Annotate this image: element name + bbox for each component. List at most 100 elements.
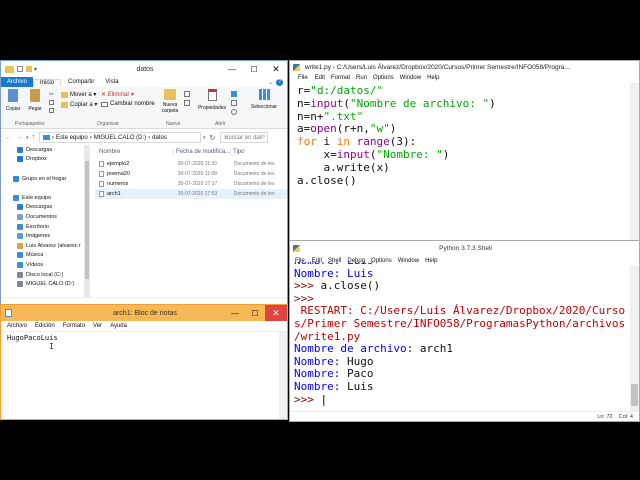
menu-options[interactable]: Options bbox=[370, 75, 397, 81]
menu-file[interactable]: File bbox=[290, 75, 312, 81]
nav-item[interactable]: Grupo en el hogar bbox=[1, 174, 93, 184]
column-indicator: Col: 4 bbox=[618, 413, 633, 420]
shell-status-bar: Ln: 72 Col: 4 bbox=[290, 411, 639, 421]
menu-help[interactable]: Help bbox=[424, 75, 442, 81]
help-icon[interactable]: ? bbox=[276, 78, 283, 86]
file-name: ejemplo2 bbox=[106, 161, 130, 167]
breadcrumb[interactable]: › Este equipo › MIGUEL CALO (D:) › datos bbox=[39, 132, 202, 143]
close-button[interactable]: ✕ bbox=[265, 305, 287, 321]
text-file-icon bbox=[99, 181, 104, 187]
chevron-down-icon[interactable]: ▾ bbox=[26, 135, 29, 141]
move-to-button[interactable]: Mover a ▾ bbox=[61, 91, 96, 98]
nav-item[interactable]: Descargas bbox=[1, 145, 93, 155]
nav-item[interactable]: Documentos bbox=[1, 212, 93, 222]
up-arrow-icon[interactable]: ↑ bbox=[32, 134, 36, 141]
menu-edit[interactable]: Edit bbox=[312, 75, 328, 81]
nav-item[interactable]: Escritorio bbox=[1, 222, 93, 232]
tab-compartir[interactable]: Compartir bbox=[61, 79, 101, 85]
copy-button[interactable]: Copiar bbox=[5, 89, 21, 112]
column-header-fecha[interactable]: Fecha de modifica... bbox=[173, 149, 230, 155]
column-header-tipo[interactable]: Tipo bbox=[230, 149, 286, 155]
menu-formato[interactable]: Formato bbox=[59, 323, 89, 329]
notepad-scrollbar[interactable] bbox=[279, 332, 287, 419]
easy-access-icon[interactable] bbox=[184, 100, 190, 106]
menu-format[interactable]: Format bbox=[328, 75, 353, 81]
rename-button[interactable]: Cambiar nombre bbox=[101, 101, 155, 107]
notepad-text-area[interactable]: HugoPacoLuis I bbox=[1, 332, 281, 419]
nav-item-label: Imágenes bbox=[26, 233, 51, 240]
shell-line: >>> | bbox=[294, 392, 328, 406]
nav-item[interactable]: Descargas bbox=[1, 203, 93, 213]
group-label: Organizar bbox=[97, 121, 119, 127]
menu-window[interactable]: Window bbox=[397, 75, 424, 81]
tab-vista[interactable]: Vista bbox=[101, 79, 122, 85]
chevron-down-icon[interactable]: ▾ bbox=[203, 135, 206, 141]
copy-to-button[interactable]: Copiar a ▾ bbox=[61, 101, 97, 108]
forward-arrow-icon[interactable]: → bbox=[16, 134, 23, 141]
edit-icon[interactable] bbox=[231, 100, 237, 106]
open-icon[interactable] bbox=[231, 91, 237, 97]
move-icon bbox=[61, 91, 68, 98]
maximize-button[interactable]: ☐ bbox=[243, 65, 265, 74]
new-item-icon[interactable] bbox=[184, 91, 190, 97]
desktop-icon bbox=[17, 223, 23, 230]
editor-scrollbar[interactable] bbox=[630, 83, 639, 246]
search-input[interactable]: Buscar en datos ⌕ bbox=[220, 132, 269, 143]
properties-button[interactable]: Propiedades bbox=[197, 89, 227, 111]
shell-scrollbar-thumb[interactable] bbox=[631, 384, 638, 406]
menu-ver[interactable]: Ver bbox=[89, 323, 106, 329]
file-type: Documento de tex bbox=[233, 161, 275, 167]
shell-output-area[interactable]: Nombre: LuisNombre: Luis>>> a.close()>>>… bbox=[294, 262, 626, 410]
nav-scrollbar[interactable] bbox=[84, 145, 90, 297]
tab-archivo[interactable]: Archivo bbox=[1, 77, 34, 87]
nav-item[interactable]: Luis Álvarez (alvarez-r bbox=[1, 241, 93, 251]
column-header-nombre[interactable]: Nombre bbox=[95, 149, 173, 155]
select-button[interactable]: Seleccionar bbox=[249, 89, 279, 110]
maximize-button[interactable]: ☐ bbox=[245, 309, 265, 318]
close-button[interactable]: ✕ bbox=[265, 64, 287, 75]
breadcrumb-datos[interactable]: datos bbox=[152, 135, 167, 141]
history-icon[interactable] bbox=[231, 109, 237, 115]
nav-item[interactable]: Disco local (C:) bbox=[1, 270, 93, 280]
breadcrumb-drive[interactable]: MIGUEL CALO (D:) bbox=[94, 135, 146, 141]
cut-icon[interactable]: ✂ bbox=[49, 91, 54, 98]
properties-icon bbox=[207, 89, 217, 101]
breadcrumb-este-equipo[interactable]: Este equipo bbox=[56, 135, 88, 141]
table-row[interactable]: arch1 30-07-2020 17:53 Documento de tex bbox=[95, 189, 287, 199]
nav-item-label: Documentos bbox=[26, 213, 57, 220]
menu-edicion[interactable]: Edición bbox=[31, 323, 59, 329]
nav-scrollbar-thumb[interactable] bbox=[85, 161, 89, 279]
nav-item[interactable]: MIGUEL CALO (D:) bbox=[1, 279, 93, 289]
tab-inicio[interactable]: Inicio bbox=[33, 78, 62, 86]
nav-item[interactable]: Dropbox bbox=[1, 155, 93, 165]
nav-item[interactable]: Este equipo bbox=[1, 193, 93, 203]
back-arrow-icon[interactable]: ← bbox=[5, 134, 12, 141]
computer-icon bbox=[43, 135, 51, 140]
table-row[interactable]: poema20 30-07-2020 11:08 Documento de tex bbox=[95, 169, 287, 179]
paste-button[interactable]: Pegar bbox=[27, 89, 43, 112]
nav-item[interactable]: Imágenes bbox=[1, 231, 93, 241]
menu-run[interactable]: Run bbox=[353, 75, 370, 81]
refresh-icon[interactable]: ↻ bbox=[210, 134, 216, 142]
delete-button[interactable]: ✕ Eliminar ▾ bbox=[101, 91, 134, 98]
menu-ayuda[interactable]: Ayuda bbox=[106, 323, 131, 329]
table-row[interactable]: numeros 30-07-2020 17:17 Documento de tex bbox=[95, 179, 287, 189]
minimize-button[interactable]: — bbox=[225, 309, 245, 318]
nav-item[interactable]: Vídeos bbox=[1, 260, 93, 270]
group-label: Abrir bbox=[215, 121, 226, 127]
window-controls: — ☐ ✕ bbox=[221, 61, 287, 77]
nav-item[interactable]: Música bbox=[1, 251, 93, 261]
paste-shortcut-icon[interactable] bbox=[49, 108, 54, 113]
new-folder-button[interactable]: Nueva carpeta bbox=[159, 89, 181, 114]
download-icon bbox=[17, 204, 23, 211]
chevron-down-icon[interactable]: ⌄ bbox=[268, 79, 273, 86]
editor-titlebar[interactable]: write1.py - C:/Users/Luis Álvarez/Dropbo… bbox=[290, 61, 639, 73]
copy-path-icon[interactable] bbox=[49, 100, 54, 105]
minimize-button[interactable]: — bbox=[221, 65, 243, 74]
shell-scrollbar[interactable] bbox=[630, 266, 639, 411]
editor-code-area[interactable]: r="d:/datos/" n=input("Nombre de archivo:… bbox=[297, 84, 627, 245]
table-row[interactable]: ejemplo2 30-07-2020 11:33 Documento de tex bbox=[95, 159, 287, 169]
clipboard-icon bbox=[30, 89, 40, 102]
nav-item-label: Descargas bbox=[26, 146, 53, 153]
menu-archivo[interactable]: Archivo bbox=[1, 323, 31, 329]
